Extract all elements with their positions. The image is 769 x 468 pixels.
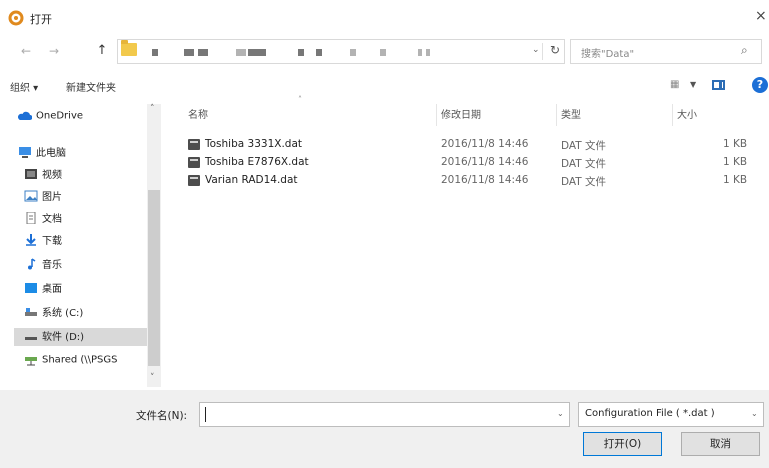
file-date: 2016/11/8 14:46: [441, 174, 529, 186]
file-type-value: Configuration File ( *.dat ): [585, 408, 715, 419]
folder-icon: [121, 40, 137, 56]
column-divider[interactable]: [556, 104, 557, 126]
new-folder-button[interactable]: 新建文件夹: [66, 79, 116, 94]
file-type: DAT 文件: [561, 140, 607, 152]
column-divider[interactable]: [436, 104, 437, 126]
file-size: 1 KB: [723, 138, 748, 150]
column-header-size[interactable]: 大小: [677, 106, 697, 126]
breadcrumb-segment[interactable]: [298, 49, 304, 56]
search-input[interactable]: 搜索"Data" ⌕: [570, 39, 762, 64]
column-header-name[interactable]: 名称: [188, 106, 208, 126]
scroll-up-icon[interactable]: ˄: [150, 104, 155, 114]
sidebar-item-shared[interactable]: Shared (\\PSGS: [24, 354, 118, 372]
sidebar-scrollbar[interactable]: ˄ ˅: [147, 104, 161, 387]
file-type: DAT 文件: [561, 176, 607, 188]
sidebar-item-desktop[interactable]: 桌面: [24, 280, 62, 298]
file-dialog-footer: 文件名(N): ⌄ Configuration File ( *.dat ) ⌄…: [0, 390, 769, 468]
breadcrumb-segment[interactable]: [380, 49, 386, 56]
file-size: 1 KB: [723, 174, 748, 186]
chevron-down-icon[interactable]: ⌄: [751, 409, 758, 418]
chevron-down-icon[interactable]: ▼: [690, 80, 696, 89]
divider: [542, 43, 543, 60]
download-icon: [26, 233, 36, 246]
file-type: DAT 文件: [561, 158, 607, 170]
drive-icon: [25, 307, 37, 316]
file-type-select[interactable]: Configuration File ( *.dat ) ⌄: [578, 402, 764, 427]
cancel-button[interactable]: 取消: [681, 432, 760, 456]
file-row[interactable]: Toshiba E7876X.dat 2016/11/8 14:46 DAT 文…: [185, 154, 760, 172]
computer-icon: [19, 146, 31, 158]
up-arrow-icon[interactable]: ↑: [94, 43, 110, 59]
breadcrumb-segment[interactable]: [316, 49, 322, 56]
scrollbar-thumb[interactable]: [148, 190, 160, 366]
sidebar-item-drive-c[interactable]: 系统 (C:): [24, 304, 83, 322]
chevron-down-icon[interactable]: ⌄: [532, 45, 540, 55]
video-icon: [25, 168, 37, 179]
file-date: 2016/11/8 14:46: [441, 156, 529, 168]
breadcrumb-segment[interactable]: [198, 49, 208, 56]
app-icon: [8, 10, 24, 26]
preview-pane-icon[interactable]: [712, 80, 725, 90]
music-icon: [28, 257, 36, 269]
network-drive-icon: [25, 357, 37, 366]
file-date: 2016/11/8 14:46: [441, 138, 529, 150]
sidebar-item-onedrive[interactable]: OneDrive: [18, 110, 83, 128]
address-bar[interactable]: ⌄ ↻: [117, 39, 565, 64]
column-header-type[interactable]: 类型: [561, 106, 581, 126]
desktop-icon: [25, 282, 37, 293]
search-icon[interactable]: ⌕: [741, 43, 748, 58]
command-toolbar: 组织 ▾ 新建文件夹 ▦ ▼ ?: [0, 70, 769, 100]
organize-button[interactable]: 组织 ▾: [10, 79, 38, 94]
drive-icon: [25, 336, 37, 340]
file-name: Toshiba E7876X.dat: [205, 156, 309, 168]
close-icon[interactable]: ×: [755, 8, 767, 24]
document-icon: [26, 211, 36, 224]
text-caret: [205, 407, 206, 422]
file-row[interactable]: Toshiba 3331X.dat 2016/11/8 14:46 DAT 文件…: [185, 136, 760, 154]
breadcrumb-segment[interactable]: [350, 49, 356, 56]
file-icon: [188, 157, 200, 168]
sort-indicator-icon: ˄: [298, 95, 302, 104]
filename-input[interactable]: ⌄: [199, 402, 570, 427]
title-bar: 打开 ×: [0, 0, 769, 34]
navigation-pane: OneDrive 此电脑 视频 图片 文档 下载 音乐 桌面 系统 (C:) 软…: [0, 100, 162, 390]
breadcrumb-segment[interactable]: [236, 49, 246, 56]
picture-icon: [24, 190, 38, 201]
window-title: 打开: [30, 13, 52, 26]
sidebar-item-downloads[interactable]: 下载: [24, 232, 62, 250]
file-row[interactable]: Varian RAD14.dat 2016/11/8 14:46 DAT 文件 …: [185, 172, 760, 190]
file-size: 1 KB: [723, 156, 748, 168]
file-icon: [188, 139, 200, 150]
sidebar-item-this-pc[interactable]: 此电脑: [18, 144, 66, 162]
breadcrumb-segment[interactable]: [418, 49, 422, 56]
breadcrumb-segment[interactable]: [426, 49, 430, 56]
sidebar-item-music[interactable]: 音乐: [24, 256, 62, 274]
view-options-icon[interactable]: ▦: [670, 79, 680, 90]
file-icon: [188, 175, 200, 186]
scroll-down-icon[interactable]: ˅: [150, 373, 155, 383]
sidebar-item-documents[interactable]: 文档: [24, 210, 62, 228]
column-header-date[interactable]: 修改日期: [441, 106, 481, 126]
sidebar-item-drive-d[interactable]: 软件 (D:): [14, 328, 150, 346]
file-name: Toshiba 3331X.dat: [205, 138, 303, 150]
column-divider[interactable]: [672, 104, 673, 126]
filename-label: 文件名(N):: [136, 410, 188, 422]
breadcrumb-segment[interactable]: [152, 49, 158, 56]
forward-arrow-icon[interactable]: →: [46, 43, 62, 59]
back-arrow-icon[interactable]: ←: [18, 43, 34, 59]
breadcrumb-segment[interactable]: [184, 49, 194, 56]
open-button[interactable]: 打开(O): [583, 432, 662, 456]
breadcrumb-segment[interactable]: [248, 49, 266, 56]
navigation-bar: ← → ↑ ⌄ ↻ 搜索"Data" ⌕: [0, 34, 769, 70]
cloud-icon: [18, 111, 32, 120]
file-name: Varian RAD14.dat: [205, 174, 298, 186]
chevron-down-icon[interactable]: ⌄: [557, 409, 564, 418]
sidebar-item-pictures[interactable]: 图片: [24, 188, 62, 206]
search-placeholder: 搜索"Data": [581, 49, 635, 60]
sidebar-item-videos[interactable]: 视频: [24, 166, 62, 184]
help-icon[interactable]: ?: [752, 77, 768, 93]
refresh-icon[interactable]: ↻: [550, 43, 560, 57]
